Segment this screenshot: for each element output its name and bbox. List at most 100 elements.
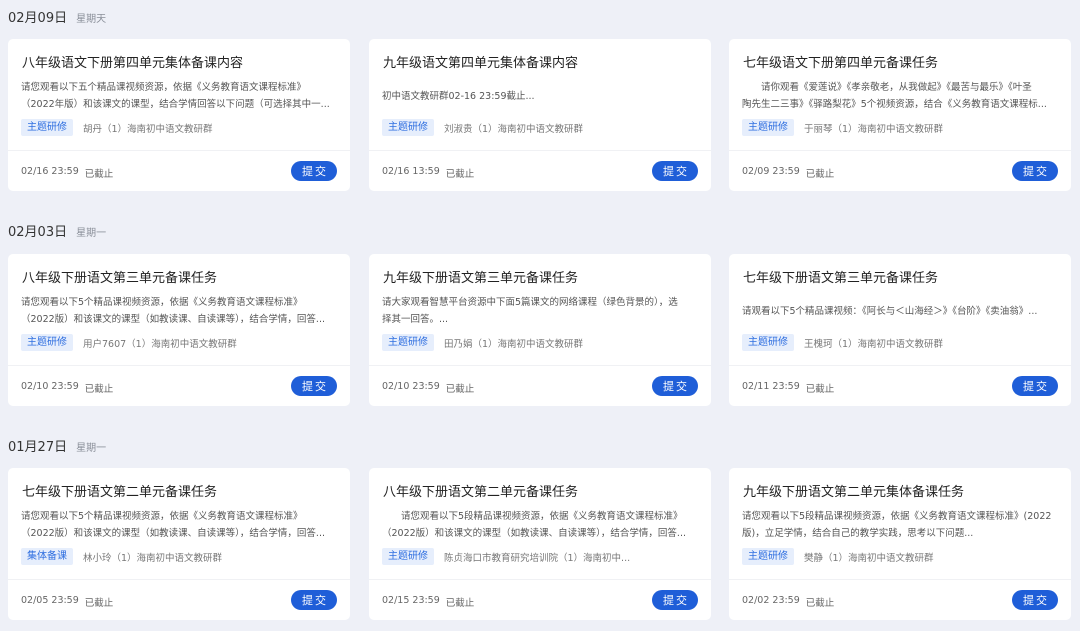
deadline-info: 02/09 23:59 已截止 [742, 166, 834, 180]
task-title[interactable]: 九年级下册语文第三单元备课任务 [383, 267, 699, 286]
card-divider [8, 150, 350, 151]
task-description: 请您观看以下5段精品课视频资源，依据《义务教育语文课程标准》 （2022版）和该课… [382, 508, 698, 542]
task-card[interactable]: 九年级下册语文第二单元集体备课任务请您观看以下5段精品课视频资源，依据《义务教育… [729, 468, 1071, 620]
description-line: 请观看以下5个精品课视频：《阿长与＜山海经＞》《台阶》《卖油翁》... [742, 305, 1038, 317]
task-meta: 主题研修 刘淑贵（1）海南初中语文教研群 [382, 119, 699, 136]
category-tag: 主题研修 [382, 119, 434, 136]
author-group-info: 于丽琴（1）海南初中语文教研群 [804, 123, 944, 135]
category-tag: 主题研修 [382, 334, 434, 351]
submit-button[interactable]: 提交 [1012, 376, 1058, 396]
description-line: 请您观看以下五个精品课视频资源，依据《义务教育语文课程标准》 [21, 82, 307, 93]
description-line: 择其一回答。... [382, 314, 449, 325]
task-card[interactable]: 八年级语文下册第四单元集体备课内容请您观看以下五个精品课视频资源，依据《义务教育… [8, 39, 350, 191]
description-line: （2022版）和该课文的课型（如教读课、自读课等），结合学情，回答... [382, 528, 686, 539]
author-group-info: 陈贞海口市教育研究培训院（1）海南初中... [444, 552, 631, 564]
description-line: 初中语文教研群02-16 23:59截止... [382, 90, 535, 102]
description-line: （2022版）和该课文的课型（如教读课、自读课等），结合学情，回答... [21, 314, 325, 325]
task-title[interactable]: 九年级语文第四单元集体备课内容 [383, 52, 699, 71]
group-date: 02月03日 [8, 225, 68, 240]
author-group-info: 樊静（1）海南初中语文教研群 [804, 552, 934, 564]
task-card[interactable]: 七年级下册语文第三单元备课任务请观看以下5个精品课视频：《阿长与＜山海经＞》《台… [729, 254, 1071, 406]
deadline-date: 02/11 23:59 [742, 381, 800, 392]
task-description: 请您观看以下5个精品课视频资源，依据《义务教育语文课程标准》 （2022版）和该课… [21, 508, 337, 542]
task-meta: 集体备课 林小玲（1）海南初中语文教研群 [21, 548, 338, 565]
task-meta: 主题研修 胡丹（1）海南初中语文教研群 [21, 119, 338, 136]
task-title[interactable]: 八年级下册语文第二单元备课任务 [383, 481, 699, 500]
task-description: 请观看以下5个精品课视频：《阿长与＜山海经＞》《台阶》《卖油翁》... [742, 294, 1058, 328]
task-title[interactable]: 七年级下册语文第二单元备课任务 [22, 481, 338, 500]
description-line: 请大家观看智慧平台资源中下面5篇课文的网络课程（绿色背景的），选 [382, 297, 678, 308]
task-meta: 主题研修 于丽琴（1）海南初中语文教研群 [742, 119, 1059, 136]
card-divider [369, 579, 711, 580]
deadline-date: 02/09 23:59 [742, 166, 800, 177]
card-divider [729, 579, 1071, 580]
deadline-info: 02/02 23:59 已截止 [742, 595, 834, 609]
date-group-header: 01月27日 星期一 [8, 436, 106, 455]
task-description: 初中语文教研群02-16 23:59截止... [382, 79, 698, 113]
description-line: 请你观看《爱莲说》《孝亲敬老，从我做起》《最苦与最乐》《叶圣 [742, 82, 1032, 93]
submit-button[interactable]: 提交 [291, 161, 337, 181]
card-divider [729, 150, 1071, 151]
task-title[interactable]: 七年级下册语文第三单元备课任务 [743, 267, 1059, 286]
description-line: 请您观看以下5段精品课视频资源，依据《义务教育语文课程标准》(2022 [742, 511, 1052, 522]
task-card[interactable]: 八年级下册语文第三单元备课任务请您观看以下5个精品课视频资源，依据《义务教育语文… [8, 254, 350, 406]
description-line: 版)，立足学情，结合自己的教学实践，思考以下问题... [742, 528, 974, 539]
task-card[interactable]: 九年级语文第四单元集体备课内容初中语文教研群02-16 23:59截止... 主题… [369, 39, 711, 191]
task-title[interactable]: 九年级下册语文第二单元集体备课任务 [743, 481, 1059, 500]
task-meta: 主题研修 田乃娟（1）海南初中语文教研群 [382, 334, 699, 351]
category-tag: 集体备课 [21, 548, 73, 565]
deadline-date: 02/10 23:59 [21, 381, 79, 392]
description-line: （2022年版）和该课文的课型，结合学情回答以下问题（可选择其中一... [21, 99, 330, 110]
task-description: 请您观看以下5个精品课视频资源，依据《义务教育语文课程标准》 （2022版）和该课… [21, 294, 337, 328]
submit-button[interactable]: 提交 [291, 590, 337, 610]
description-line: 请您观看以下5个精品课视频资源，依据《义务教育语文课程标准》 [21, 297, 303, 308]
task-card[interactable]: 七年级下册语文第二单元备课任务请您观看以下5个精品课视频资源，依据《义务教育语文… [8, 468, 350, 620]
deadline-info: 02/16 13:59 已截止 [382, 166, 474, 180]
deadline-date: 02/10 23:59 [382, 381, 440, 392]
deadline-date: 02/15 23:59 [382, 595, 440, 606]
description-line: 请您观看以下5段精品课视频资源，依据《义务教育语文课程标准》 [382, 511, 683, 522]
submit-button[interactable]: 提交 [652, 590, 698, 610]
deadline-status: 已截止 [805, 169, 835, 180]
submit-button[interactable]: 提交 [652, 161, 698, 181]
task-card[interactable]: 八年级下册语文第二单元备课任务 请您观看以下5段精品课视频资源，依据《义务教育语… [369, 468, 711, 620]
task-card[interactable]: 七年级语文下册第四单元备课任务 请你观看《爱莲说》《孝亲敬老，从我做起》《最苦与… [729, 39, 1071, 191]
task-title[interactable]: 八年级语文下册第四单元集体备课内容 [22, 52, 338, 71]
task-description: 请你观看《爱莲说》《孝亲敬老，从我做起》《最苦与最乐》《叶圣陶先生二三事》《驿路… [742, 79, 1058, 113]
group-date: 01月27日 [8, 440, 68, 455]
deadline-info: 02/16 23:59 已截止 [21, 166, 113, 180]
group-date: 02月09日 [8, 11, 68, 26]
submit-button[interactable]: 提交 [652, 376, 698, 396]
deadline-info: 02/10 23:59 已截止 [21, 381, 113, 395]
task-description: 请您观看以下五个精品课视频资源，依据《义务教育语文课程标准》 （2022年版）和该… [21, 79, 337, 113]
task-title[interactable]: 七年级语文下册第四单元备课任务 [743, 52, 1059, 71]
description-line: 陶先生二三事》《驿路梨花》5个视频资源，结合《义务教育语文课程标... [742, 99, 1047, 110]
deadline-status: 已截止 [805, 598, 835, 609]
task-meta: 主题研修 陈贞海口市教育研究培训院（1）海南初中... [382, 548, 699, 565]
deadline-info: 02/10 23:59 已截止 [382, 381, 474, 395]
submit-button[interactable]: 提交 [1012, 590, 1058, 610]
card-divider [369, 365, 711, 366]
author-group-info: 刘淑贵（1）海南初中语文教研群 [444, 123, 584, 135]
deadline-status: 已截止 [84, 384, 114, 395]
deadline-info: 02/05 23:59 已截止 [21, 595, 113, 609]
card-divider [8, 579, 350, 580]
date-group-header: 02月03日 星期一 [8, 221, 106, 240]
author-group-info: 林小玲（1）海南初中语文教研群 [83, 552, 223, 564]
deadline-date: 02/05 23:59 [21, 595, 79, 606]
task-meta: 主题研修 王槐珂（1）海南初中语文教研群 [742, 334, 1059, 351]
category-tag: 主题研修 [382, 548, 434, 565]
deadline-status: 已截止 [84, 598, 114, 609]
author-group-info: 王槐珂（1）海南初中语文教研群 [804, 338, 944, 350]
card-divider [369, 150, 711, 151]
description-line: 请您观看以下5个精品课视频资源，依据《义务教育语文课程标准》 [21, 511, 303, 522]
submit-button[interactable]: 提交 [1012, 161, 1058, 181]
task-title[interactable]: 八年级下册语文第三单元备课任务 [22, 267, 338, 286]
author-group-info: 用户7607（1）海南初中语文教研群 [83, 338, 237, 350]
submit-button[interactable]: 提交 [291, 376, 337, 396]
task-card[interactable]: 九年级下册语文第三单元备课任务请大家观看智慧平台资源中下面5篇课文的网络课程（绿… [369, 254, 711, 406]
task-description: 请大家观看智慧平台资源中下面5篇课文的网络课程（绿色背景的），选 择其一回答。..… [382, 294, 698, 328]
category-tag: 主题研修 [742, 119, 794, 136]
deadline-status: 已截止 [445, 169, 475, 180]
card-divider [729, 365, 1071, 366]
